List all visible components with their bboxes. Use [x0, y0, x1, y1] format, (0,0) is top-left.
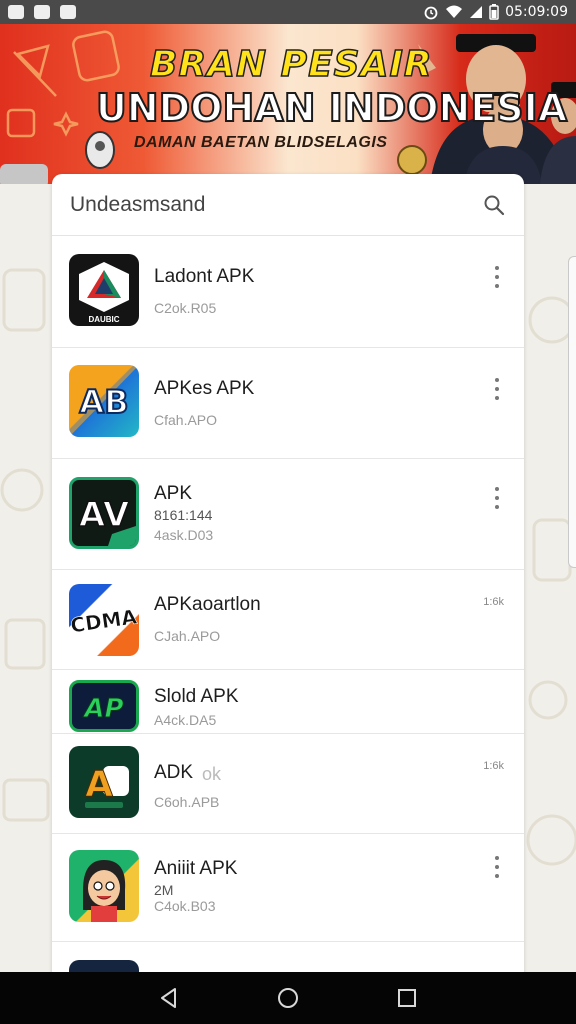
- notification-icon-1: [8, 5, 24, 19]
- app-meta: 2M: [154, 882, 174, 898]
- app-subtext: A4ck.DA5: [154, 712, 217, 728]
- svg-text:AB: AB: [79, 383, 128, 421]
- rocket-icon: [85, 131, 115, 169]
- banner-subtitle: DAMAN BAETAN BLIDSELAGIS: [134, 134, 388, 151]
- status-bar: 05:09:09: [0, 0, 576, 24]
- app-subtext: CJah.APO: [154, 628, 221, 644]
- app-subtext: C6oh.APB: [154, 794, 220, 810]
- overflow-menu-icon[interactable]: [492, 487, 502, 509]
- avi-letters-icon: AV: [69, 477, 139, 549]
- status-system-icons: 05:09:09: [423, 4, 568, 20]
- app-name: APK: [154, 483, 193, 504]
- app-subtext: 4ask.D03: [154, 527, 214, 543]
- app-subtext: Cfah.APO: [154, 412, 218, 428]
- promo-banner[interactable]: BRAN PESAIR UNDOHAN INDONESIA DAMAN BAET…: [0, 24, 576, 184]
- signal-icon: [470, 6, 483, 18]
- battery-icon: [489, 4, 499, 20]
- side-panel-handle[interactable]: [568, 256, 576, 568]
- app-name: Ladont APK: [154, 266, 255, 287]
- svg-text:AP: AP: [82, 694, 123, 724]
- cdma-letters-icon: CDMA: [69, 584, 139, 656]
- app-subtext: C4ok.B03: [154, 898, 216, 914]
- list-item-app-1[interactable]: DAUBIC Ladont APK C2ok.R05: [52, 236, 524, 348]
- app-meta: 8161:144: [154, 507, 213, 523]
- app-name: Aniiit APK: [154, 858, 238, 879]
- triangle-emblem-icon: DAUBIC: [69, 254, 139, 326]
- svg-text:AV: AV: [79, 495, 130, 535]
- wifi-icon: [446, 5, 463, 18]
- search-icon[interactable]: [482, 193, 506, 217]
- system-nav-bar: [0, 972, 576, 1024]
- ab-green-icon: A: [69, 746, 139, 818]
- status-notification-icons: [8, 5, 76, 19]
- list-item-partial[interactable]: [52, 942, 524, 974]
- banner-title-line1: BRAN PESAIR: [149, 43, 433, 86]
- svg-text:CDMA: CDMA: [69, 604, 139, 637]
- row-badge: 1:6k: [483, 760, 504, 772]
- notification-icon-3: [60, 5, 76, 19]
- overflow-menu-icon[interactable]: [492, 378, 502, 400]
- search-label: Undeasmsand: [70, 192, 206, 216]
- row-badge: 1:6k: [483, 596, 504, 608]
- list-item-app-3[interactable]: AV APK 8161:144 4ask.D03: [52, 459, 524, 570]
- search-bar[interactable]: Undeasmsand: [52, 174, 524, 236]
- overflow-menu-icon[interactable]: [492, 856, 502, 878]
- cartoon-face-icon: [69, 850, 139, 922]
- list-item-app-7[interactable]: Aniiit APK 2M C4ok.B03: [52, 834, 524, 942]
- app-name: Slold APK: [154, 686, 239, 707]
- svg-text:A: A: [85, 764, 113, 805]
- ab-letters-icon: AB: [69, 365, 139, 437]
- banner-title-line2: UNDOHAN INDONESIA: [95, 85, 568, 131]
- app-hint: ok: [202, 764, 222, 784]
- app-name: ADK: [154, 762, 194, 783]
- back-icon[interactable]: [157, 986, 181, 1010]
- svg-text:DAUBIC: DAUBIC: [88, 315, 119, 324]
- recents-icon[interactable]: [395, 986, 419, 1010]
- app-name: APKaoartlon: [154, 594, 261, 615]
- list-item-app-5[interactable]: AP Slold APK A4ck.DA5: [52, 670, 524, 734]
- app-subtext: C2ok.R05: [154, 300, 217, 316]
- list-item-app-4[interactable]: CDMA APKaoartlon CJah.APO 1:6k: [52, 570, 524, 670]
- alarm-icon: [424, 6, 438, 20]
- app-name: APKes APK: [154, 378, 255, 399]
- home-icon[interactable]: [276, 986, 300, 1010]
- overflow-menu-icon[interactable]: [492, 266, 502, 288]
- status-time: 05:09:09: [505, 4, 568, 20]
- notification-icon-2: [34, 5, 50, 19]
- app-list-panel: Undeasmsand DAUBIC Ladont APK C2ok.R05 A…: [52, 174, 524, 974]
- list-item-app-2[interactable]: AB APKes APK Cfah.APO: [52, 348, 524, 459]
- ap-letters-icon: AP: [69, 680, 139, 732]
- list-item-app-6[interactable]: A ADK ok C6oh.APB 1:6k: [52, 734, 524, 834]
